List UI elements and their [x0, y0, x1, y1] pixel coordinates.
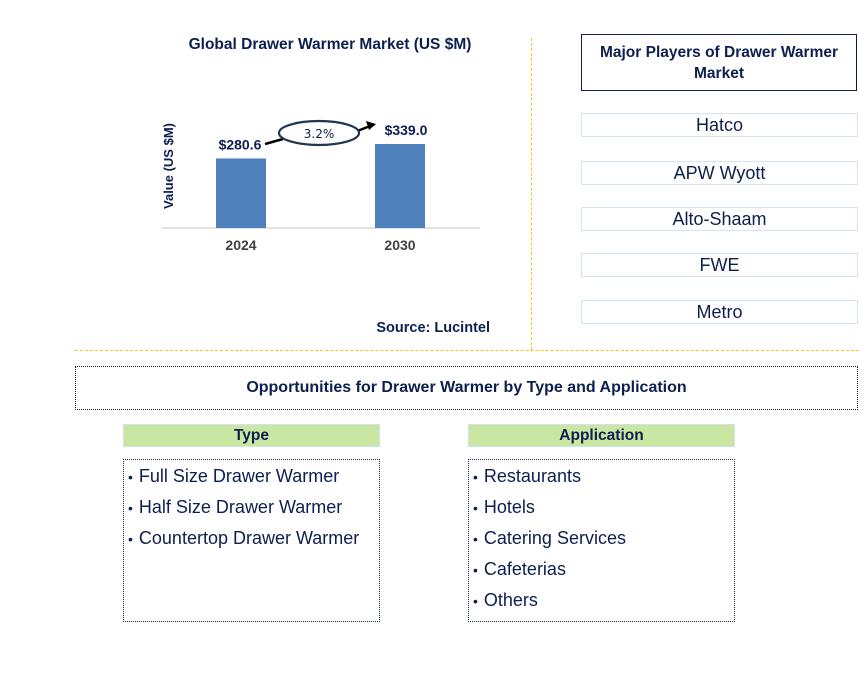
application-item-label: Others: [483, 590, 538, 610]
player-item: APW Wyott: [581, 161, 858, 185]
application-header: Application: [468, 424, 735, 447]
bullet-icon: •: [473, 593, 478, 609]
bullet-icon: •: [473, 531, 478, 547]
application-item-label: Catering Services: [483, 528, 626, 548]
cagr-annotation: 3.2%: [264, 119, 376, 147]
bullet-icon: •: [128, 469, 133, 485]
y-axis-label: Value (US $M): [161, 123, 176, 209]
bar-2024: [216, 158, 266, 228]
type-header: Type: [123, 424, 380, 447]
bullet-icon: •: [473, 562, 478, 578]
bullet-icon: •: [473, 500, 478, 516]
x-tick-label: 2030: [384, 237, 415, 253]
application-item: • Restaurants: [473, 461, 734, 492]
source-note: Source: Lucintel: [376, 320, 490, 336]
application-item: • Others: [473, 585, 734, 616]
opportunities-title: Opportunities for Drawer Warmer by Type …: [75, 366, 858, 410]
bar-2030: [375, 144, 425, 228]
type-item: • Full Size Drawer Warmer: [128, 461, 379, 492]
cagr-arrow-left: [264, 137, 284, 146]
application-item-label: Restaurants: [483, 466, 581, 486]
bar-chart: Value (US $M) $280.6 2024 $339.0 2030 3.2%: [161, 119, 480, 253]
bullet-icon: •: [473, 469, 478, 485]
data-label: $339.0: [385, 122, 428, 138]
chart-title: Global Drawer Warmer Market (US $M): [188, 36, 472, 53]
arrowhead-icon: [366, 121, 376, 130]
type-item-label: Half Size Drawer Warmer: [138, 497, 343, 517]
cagr-label: 3.2%: [304, 127, 335, 141]
x-tick-label: 2024: [225, 237, 256, 253]
type-item-label: Full Size Drawer Warmer: [138, 466, 340, 486]
application-item-label: Hotels: [483, 497, 535, 517]
application-item: • Catering Services: [473, 523, 734, 554]
horizontal-divider: [75, 350, 859, 351]
player-item: Hatco: [581, 113, 858, 137]
application-item: • Hotels: [473, 492, 734, 523]
application-item: • Cafeterias: [473, 554, 734, 585]
player-item: FWE: [581, 253, 858, 277]
bullet-icon: •: [128, 531, 133, 547]
type-item: • Countertop Drawer Warmer: [128, 523, 379, 554]
application-list: • Restaurants • Hotels • Catering Services …: [468, 459, 735, 622]
application-item-label: Cafeterias: [483, 559, 566, 579]
vertical-divider: [531, 38, 532, 350]
player-item: Metro: [581, 300, 858, 324]
data-label: $280.6: [219, 136, 262, 152]
player-item: Alto-Shaam: [581, 207, 858, 231]
players-title: Major Players of Drawer Warmer Market: [581, 34, 857, 91]
type-item: • Half Size Drawer Warmer: [128, 492, 379, 523]
type-item-label: Countertop Drawer Warmer: [138, 528, 360, 548]
type-list: • Full Size Drawer Warmer • Half Size Draw…: [123, 459, 380, 622]
bullet-icon: •: [128, 500, 133, 516]
